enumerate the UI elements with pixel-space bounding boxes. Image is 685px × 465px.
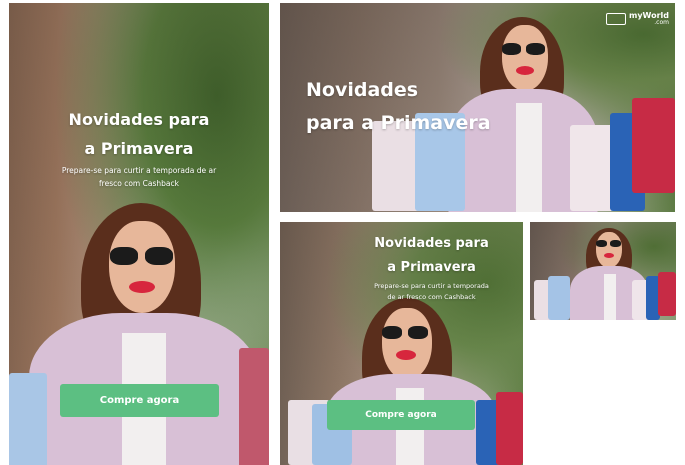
logo-icon [606, 13, 626, 25]
subtext-line-2: de ar fresco com Cashback [387, 293, 476, 301]
subtext-line-1: Prepare-se para curtir a temporada de ar [61, 166, 217, 175]
subtext-line-1: Prepare-se para curtir a temporada [374, 282, 489, 290]
headline-line-1: Novidades [306, 79, 419, 101]
subtext-line-2: fresco com Cashback [99, 179, 179, 188]
headline-line-2: a Primavera [84, 139, 194, 158]
banner-medium[interactable]: Novidades para a Primavera Prepare-se pa… [280, 222, 523, 465]
headline-line-1: Novidades para [374, 236, 489, 251]
shop-now-button[interactable]: Compre agora [327, 400, 475, 430]
myworld-logo: myWorld .com [606, 12, 669, 26]
woman-figure [530, 222, 676, 320]
headline-line-1: Novidades para [68, 110, 210, 129]
banner-wide[interactable]: Novidades para a Primavera myWorld .com [280, 3, 675, 212]
banner-tall[interactable]: Novidades para a Primavera Prepare-se pa… [9, 3, 269, 465]
headline-line-2: para a Primavera [306, 112, 491, 134]
shop-now-button[interactable]: Compre agora [60, 384, 219, 417]
banner-small[interactable] [530, 222, 676, 320]
woman-figure [280, 3, 675, 212]
headline-line-2: a Primavera [387, 260, 476, 275]
logo-subtext: .com [654, 19, 669, 26]
